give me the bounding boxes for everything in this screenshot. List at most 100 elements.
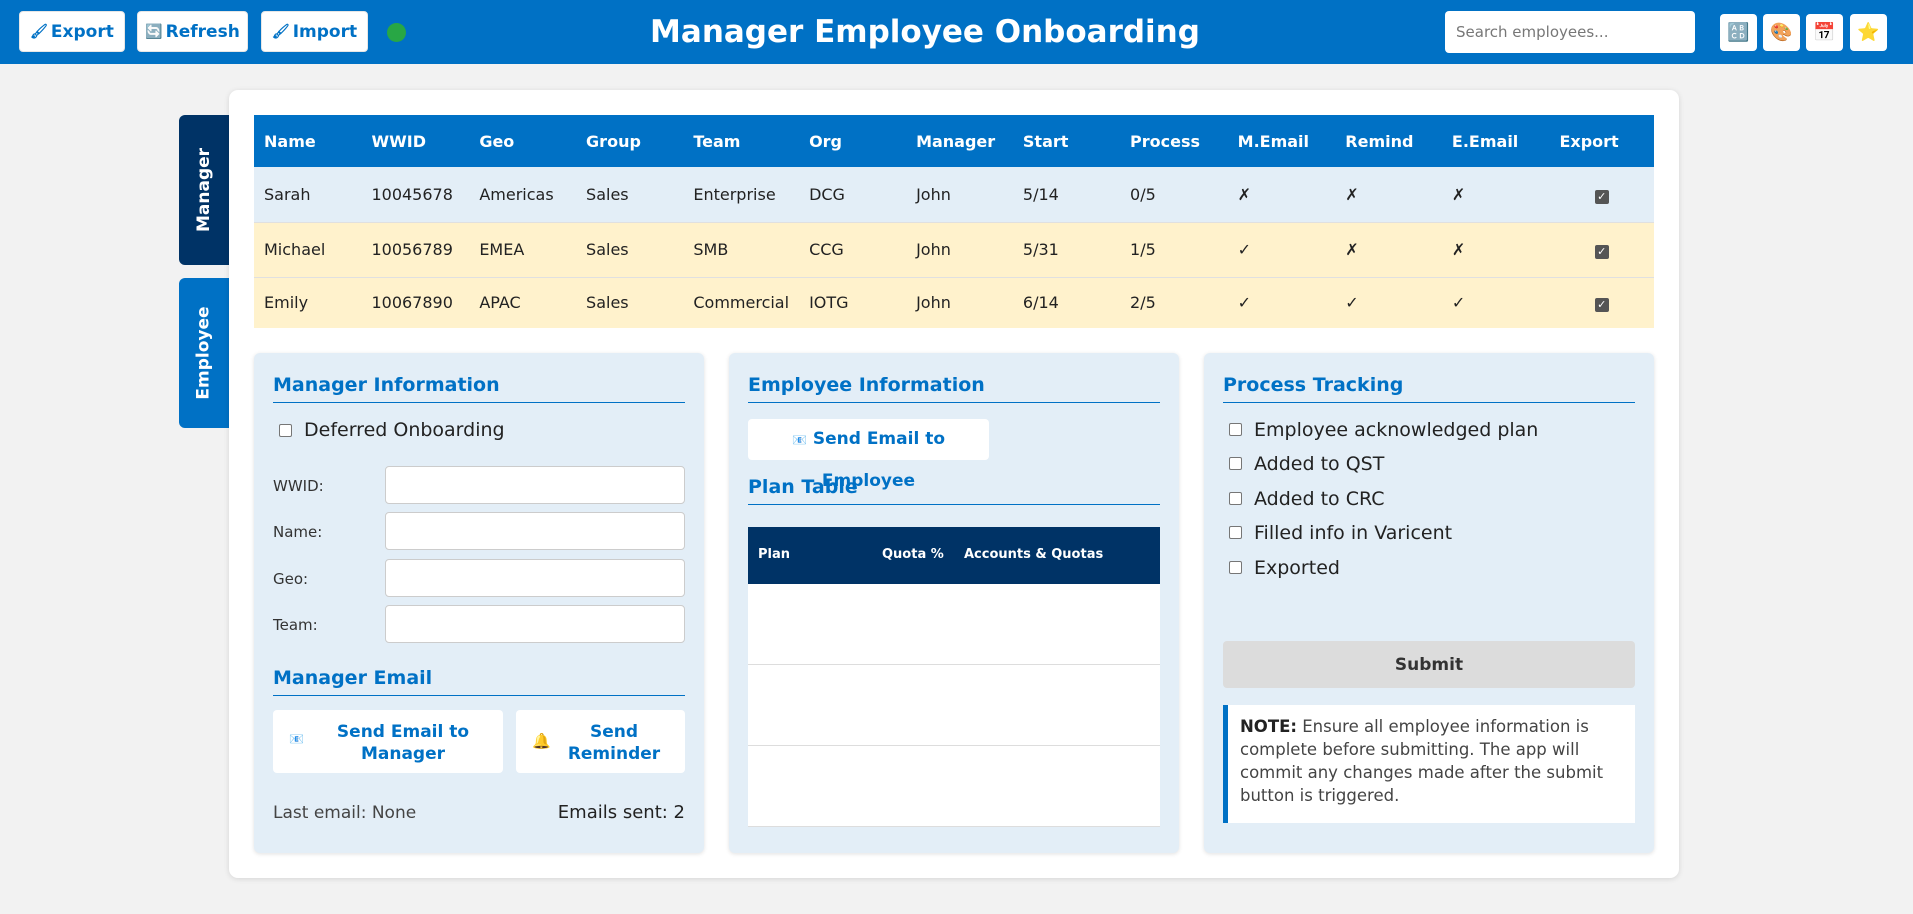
plan-table-title: Plan Table xyxy=(748,476,1160,505)
column-header[interactable]: WWID xyxy=(361,115,470,167)
send-reminder-button[interactable]: 🔔 Send Reminder xyxy=(516,710,685,773)
cell-manager-email-status: ✓ xyxy=(1227,222,1336,278)
export-checkbox[interactable]: ✓ xyxy=(1594,189,1609,204)
name-label: Name: xyxy=(273,523,323,541)
cell-team: SMB xyxy=(683,222,800,278)
submit-button[interactable]: Submit xyxy=(1223,641,1635,688)
cell-process: 2/5 xyxy=(1120,277,1228,328)
team-field[interactable] xyxy=(385,605,685,643)
exported-label: Exported xyxy=(1254,557,1340,579)
email-icon: 📧 xyxy=(791,433,807,447)
name-field[interactable] xyxy=(385,512,685,550)
cell-geo: Americas xyxy=(469,167,577,223)
cell-group: Sales xyxy=(576,167,684,223)
import-button[interactable]: 🖌 Import xyxy=(261,11,368,52)
table-header-row: Name WWID Geo Group Team Org Manager Sta… xyxy=(254,115,1654,167)
export-label: Export xyxy=(50,21,114,42)
deferred-onboarding-label: Deferred Onboarding xyxy=(304,419,505,441)
cell-name: Sarah xyxy=(254,167,362,223)
column-header[interactable]: Geo xyxy=(469,115,577,167)
export-icon: 🖌 xyxy=(30,23,48,40)
cell-process: 1/5 xyxy=(1120,222,1228,278)
added-to-crc-checkbox[interactable] xyxy=(1229,492,1242,505)
table-row[interactable]: Sarah 10045678 Americas Sales Enterprise… xyxy=(254,167,1654,223)
cell-team: Commercial xyxy=(683,277,800,328)
cell-start: 5/31 xyxy=(1012,222,1121,278)
employee-acknowledged-plan-label: Employee acknowledged plan xyxy=(1254,419,1539,441)
employee-information-title: Employee Information xyxy=(748,374,1160,403)
export-button[interactable]: 🖌 Export xyxy=(19,11,125,52)
team-label: Team: xyxy=(273,616,318,634)
column-header[interactable]: Start xyxy=(1012,115,1121,167)
plan-table-header: Plan Quota % Accounts & Quotas xyxy=(748,527,1160,584)
send-email-to-manager-label: Send Email to Manager xyxy=(336,722,470,764)
last-email-status: Last email: None xyxy=(273,803,417,823)
table-row[interactable]: Emily 10067890 APAC Sales Commercial IOT… xyxy=(254,277,1654,328)
cell-group: Sales xyxy=(576,222,684,278)
column-header[interactable]: Manager xyxy=(906,115,1013,167)
send-reminder-label: Send Reminder xyxy=(567,722,661,764)
employee-table: Name WWID Geo Group Team Org Manager Sta… xyxy=(254,115,1654,328)
refresh-button[interactable]: 🔄 Refresh xyxy=(137,11,248,52)
palette-icon: 🎨 xyxy=(1770,22,1793,43)
plan-column-header: Plan xyxy=(758,547,791,562)
deferred-onboarding-checkbox[interactable] xyxy=(279,424,292,437)
cell-manager: John xyxy=(906,222,1013,278)
exported-checkbox[interactable] xyxy=(1229,561,1242,574)
submission-note: NOTE: Ensure all employee information is… xyxy=(1223,705,1635,823)
column-header[interactable]: E.Email xyxy=(1441,115,1550,167)
column-header[interactable]: Process xyxy=(1120,115,1228,167)
cell-manager: John xyxy=(906,277,1013,328)
column-header[interactable]: M.Email xyxy=(1227,115,1336,167)
tab-manager[interactable]: Manager xyxy=(179,115,229,265)
manager-email-title: Manager Email xyxy=(273,667,685,696)
cell-geo: APAC xyxy=(469,277,577,328)
cell-org: CCG xyxy=(799,222,907,278)
column-header[interactable]: Export xyxy=(1549,115,1654,167)
note-label: NOTE: xyxy=(1240,717,1297,736)
added-to-qst-checkbox[interactable] xyxy=(1229,457,1242,470)
email-icon: 📧 xyxy=(289,732,304,746)
column-header[interactable]: Org xyxy=(799,115,907,167)
filled-info-varicent-label: Filled info in Varicent xyxy=(1254,522,1453,544)
cell-start: 6/14 xyxy=(1012,277,1121,328)
cell-manager-email-status: ✓ xyxy=(1227,277,1336,328)
cell-geo: EMEA xyxy=(469,222,577,278)
page-title: Manager Employee Onboarding xyxy=(650,14,1200,50)
import-label: Import xyxy=(292,21,358,42)
cell-wwid: 10067890 xyxy=(361,277,470,328)
star-icon-button[interactable]: ⭐ xyxy=(1850,14,1887,51)
export-checkbox[interactable]: ✓ xyxy=(1594,298,1609,313)
refresh-icon: 🔄 xyxy=(145,23,163,40)
export-checkbox[interactable]: ✓ xyxy=(1594,245,1609,259)
wwid-field[interactable] xyxy=(385,466,685,504)
column-header[interactable]: Team xyxy=(683,115,800,167)
tab-employee[interactable]: Employee xyxy=(179,278,229,428)
refresh-label: Refresh xyxy=(165,21,240,42)
filled-info-varicent-checkbox[interactable] xyxy=(1229,526,1242,539)
column-header[interactable]: Group xyxy=(576,115,684,167)
send-email-to-manager-button[interactable]: 📧 Send Email to Manager xyxy=(273,710,503,773)
connection-status-indicator xyxy=(387,23,406,42)
grid-icon: 🔠 xyxy=(1727,22,1750,43)
table-row[interactable]: Michael 10056789 EMEA Sales SMB CCG John… xyxy=(254,222,1654,278)
geo-field[interactable] xyxy=(385,559,685,597)
column-header[interactable]: Remind xyxy=(1335,115,1442,167)
process-tracking-title: Process Tracking xyxy=(1223,374,1635,403)
palette-icon-button[interactable]: 🎨 xyxy=(1763,14,1800,51)
calendar-icon-button[interactable]: 📅 xyxy=(1806,14,1843,51)
plan-table-row[interactable] xyxy=(748,665,1160,746)
employee-acknowledged-plan-checkbox[interactable] xyxy=(1229,423,1242,436)
added-to-crc-label: Added to CRC xyxy=(1254,488,1385,510)
plan-table-row[interactable] xyxy=(748,584,1160,665)
plan-table-row[interactable] xyxy=(748,746,1160,827)
search-input[interactable] xyxy=(1445,11,1695,53)
process-tracking-panel: Process Tracking Employee acknowledged p… xyxy=(1204,353,1654,853)
send-email-to-employee-button[interactable]: 📧 Send Email to Employee xyxy=(748,419,989,491)
column-header[interactable]: Name xyxy=(254,115,362,167)
cell-manager: John xyxy=(906,167,1013,223)
cell-remind-status: ✗ xyxy=(1335,167,1442,223)
grid-icon-button[interactable]: 🔠 xyxy=(1720,14,1757,51)
cell-name: Emily xyxy=(254,277,362,328)
manager-information-title: Manager Information xyxy=(273,374,685,403)
